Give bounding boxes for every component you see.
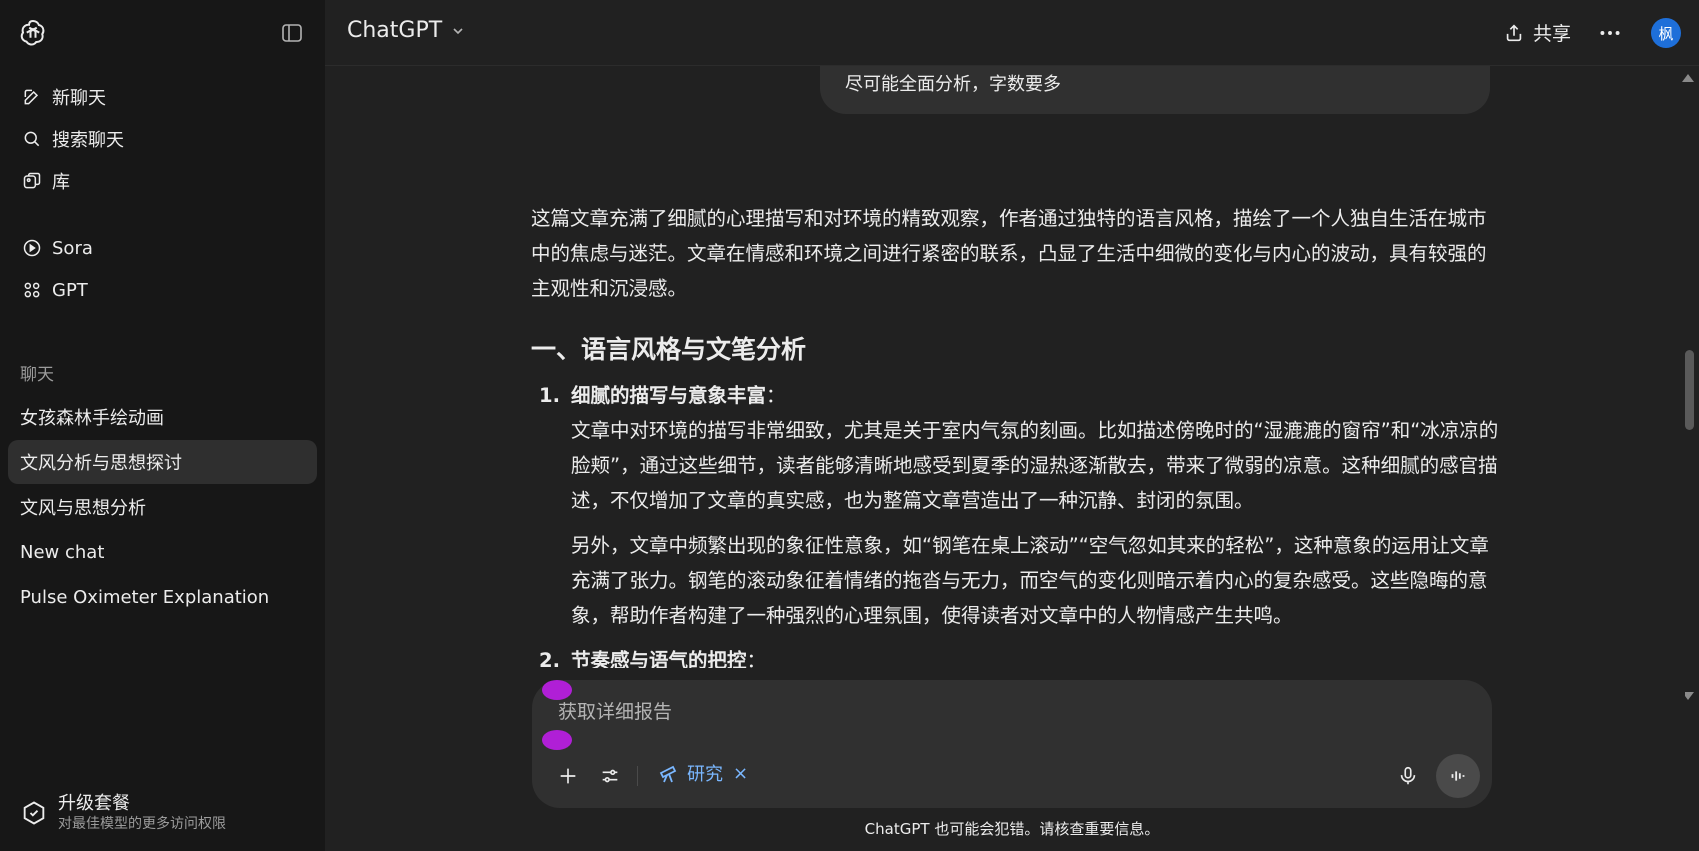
research-chip[interactable]: 研究 × (657, 760, 748, 786)
telescope-icon (659, 765, 677, 783)
model-name: ChatGPT (347, 18, 443, 43)
gpt-label: GPT (52, 279, 88, 301)
tools-button[interactable] (596, 762, 624, 790)
share-icon (1506, 23, 1522, 41)
grid-icon (20, 278, 44, 302)
search-chats-label: 搜索聊天 (52, 130, 124, 151)
model-selector[interactable]: ChatGPT (347, 18, 466, 43)
scrollbar-up-arrow[interactable] (1682, 74, 1694, 82)
plus-icon (560, 768, 576, 784)
waveform-icon (1451, 771, 1465, 781)
avatar[interactable]: 枫 (1651, 18, 1681, 48)
edit-icon (20, 85, 44, 109)
list-number: 1. (539, 384, 560, 407)
search-chats-button[interactable]: 搜索聊天 (8, 118, 317, 160)
composer-divider (637, 766, 638, 786)
chat-item[interactable]: Pulse Oximeter Explanation (8, 575, 317, 619)
section-heading: 一、语言风格与文笔分析 (531, 335, 807, 364)
chat-item[interactable]: New chat (8, 530, 317, 574)
chats-section-title: 聊天 (20, 365, 54, 385)
library-icon (20, 169, 44, 193)
sliders-icon (602, 769, 618, 783)
upgrade-icon (23, 801, 45, 825)
library-label: 库 (52, 172, 70, 193)
new-chat-button[interactable]: 新聊天 (8, 76, 317, 118)
share-label: 共享 (1532, 23, 1571, 45)
prompt-input[interactable] (558, 702, 1358, 724)
upgrade-subtitle: 对最佳模型的更多访问权限 (58, 816, 226, 832)
cursor-marker (542, 730, 572, 750)
list-item-title: 细腻的描写与意象丰富 (571, 384, 767, 407)
search-icon (20, 127, 44, 151)
chat-item[interactable]: 文风与思想分析 (8, 485, 317, 529)
disclaimer: ChatGPT 也可能会犯错。请核查重要信息。 (864, 820, 1160, 838)
chevron-down-icon (453, 27, 463, 34)
sora-label: Sora (52, 237, 93, 259)
microphone-button[interactable] (1394, 762, 1422, 790)
voice-mode-button[interactable] (1436, 754, 1480, 798)
sidebar-top (0, 0, 325, 66)
sora-button[interactable]: Sora (8, 227, 317, 269)
upgrade-title: 升级套餐 (58, 793, 130, 814)
close-icon[interactable]: × (733, 763, 748, 784)
assistant-message: 这篇文章充满了细腻的心理描写和对环境的精致观察，作者通过独特的语言风格，描绘了一… (531, 201, 1499, 678)
share-button[interactable]: 共享 (1503, 19, 1571, 46)
add-attachment-button[interactable] (554, 762, 582, 790)
microphone-icon (1400, 766, 1416, 785)
new-chat-label: 新聊天 (52, 88, 106, 109)
top-bar: ChatGPT 共享 枫 (325, 0, 1699, 66)
scrollbar-thumb[interactable] (1685, 350, 1694, 430)
list-item: 1. 细腻的描写与意象丰富： 文章中对环境的描写非常细致，尤其是关于室内气氛的刻… (531, 378, 1499, 633)
upgrade-plan-button[interactable]: 升级套餐 对最佳模型的更多访问权限 (8, 785, 317, 841)
library-button[interactable]: 库 (8, 160, 317, 202)
play-circle-icon (20, 236, 44, 260)
composer: 研究 × (532, 680, 1492, 808)
intro-paragraph: 这篇文章充满了细腻的心理描写和对环境的精致观察，作者通过独特的语言风格，描绘了一… (531, 207, 1487, 300)
sidebar-toggle-icon[interactable] (280, 21, 304, 45)
gpt-button[interactable]: GPT (8, 269, 317, 311)
sidebar: 新聊天 搜索聊天 库 Sora GPT 聊天 女孩森林手绘动画 文风分析与思想探… (0, 0, 325, 851)
chat-item-active[interactable]: 文风分析与思想探讨 (8, 440, 317, 484)
cursor-marker (542, 680, 572, 700)
chat-item[interactable]: 女孩森林手绘动画 (8, 395, 317, 439)
openai-logo-icon[interactable] (18, 17, 48, 47)
list-paragraph: 文章中对环境的描写非常细致，尤其是关于室内气氛的刻画。比如描述傍晚时的“湿漉漉的… (571, 419, 1499, 512)
list-paragraph: 另外，文章中频繁出现的象征性意象，如“钢笔在桌上滚动”“空气忽如其来的轻松”，这… (571, 534, 1489, 627)
more-options-icon[interactable] (1597, 20, 1623, 46)
user-message-bubble: 尽可能全面分析，字数要多 (820, 66, 1490, 114)
colon: ： (766, 384, 786, 407)
research-label: 研究 (687, 764, 723, 785)
